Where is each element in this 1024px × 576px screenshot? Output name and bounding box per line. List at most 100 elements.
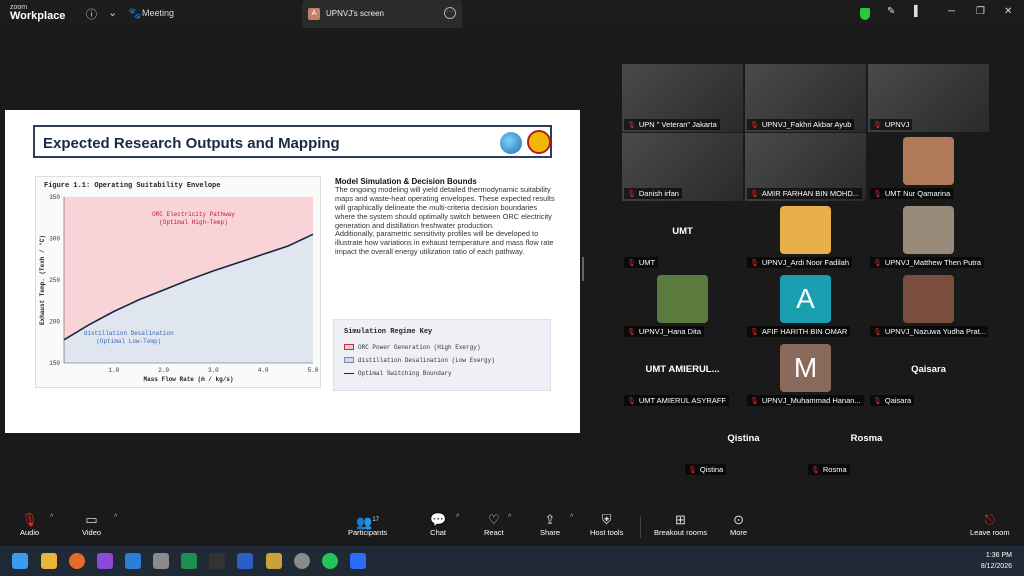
excel-icon[interactable] <box>181 553 197 569</box>
toolbar-divider <box>640 516 641 538</box>
tab-avatar: A <box>308 8 320 20</box>
windows-start-icon[interactable] <box>12 553 28 569</box>
react-chevron-icon[interactable]: ^ <box>508 514 511 521</box>
info-icon[interactable]: ⓘ <box>86 6 97 22</box>
app-icon-3[interactable] <box>153 553 169 569</box>
participant-name-text: Qaisara <box>884 396 912 405</box>
x-tick-label: 3.0 <box>208 367 219 374</box>
brand-line2: Workplace <box>10 10 66 22</box>
participant-name-text: UMT <box>638 258 656 267</box>
participant-avatar-letter: A <box>780 275 831 323</box>
participant-tile[interactable]: Rosma 🎙 Rosma <box>806 409 927 477</box>
chevron-down-icon[interactable]: ⌄ <box>108 6 117 19</box>
more-button[interactable]: ⊙ More <box>730 512 747 537</box>
chat-button[interactable]: 💬 Chat ^ <box>430 512 459 537</box>
participant-tile[interactable]: M 🎙 UPNVJ_Muhammad Hanan... <box>745 340 866 408</box>
whatsapp-icon[interactable] <box>322 553 338 569</box>
participant-tile[interactable]: 🎙 UPN " Veteran" Jakarta <box>622 64 743 132</box>
participants-icon: 👥17 <box>356 514 380 530</box>
meeting-label[interactable]: Meeting <box>142 8 174 18</box>
file-explorer-icon[interactable] <box>41 553 57 569</box>
participants-count: 17 <box>372 517 380 523</box>
heart-icon: ♡ <box>487 512 500 527</box>
settings-icon[interactable] <box>294 553 310 569</box>
mic-muted-icon: 🎙 <box>627 329 636 336</box>
description-paragraph-1: The ongoing modeling will yield detailed… <box>335 185 555 230</box>
participant-tile[interactable]: 🎙 UPNVJ_Nazuwa Yudha Prat... <box>868 271 989 339</box>
word-icon[interactable] <box>237 553 253 569</box>
pin-icon[interactable]: ✎ <box>887 6 895 17</box>
clock-date: 8/12/2026 <box>980 562 1012 570</box>
app-icon-1[interactable] <box>97 553 113 569</box>
system-clock[interactable]: 1:36 PM 8/12/2026 <box>981 551 1012 572</box>
participant-tile[interactable]: 🎙 UPNVJ_Ardi Noor Fadilah <box>745 202 866 270</box>
participants-button[interactable]: 👥17 Participants <box>348 512 387 537</box>
y-tick-label: 150 <box>49 360 60 367</box>
breakout-rooms-button[interactable]: ⊞ Breakout rooms <box>654 512 707 537</box>
split-view-handle[interactable] <box>582 257 584 281</box>
university-logo-blue <box>500 132 522 154</box>
participant-tile[interactable]: UMT 🎙 UMT <box>622 202 743 270</box>
university-logo-seal <box>527 130 551 154</box>
minimize-icon[interactable]: ─ <box>948 6 955 17</box>
participant-tile[interactable]: 🎙 UPNVJ_Matthew Then Putra <box>868 202 989 270</box>
key-swatch-red <box>344 344 354 351</box>
participant-tile[interactable]: 🎙 UPNVJ <box>868 64 989 132</box>
slide-title-box: Expected Research Outputs and Mapping <box>33 125 552 158</box>
video-button[interactable]: ▭ Video ^ <box>82 512 117 537</box>
participant-name-text: Rosma <box>822 465 847 474</box>
participant-tile[interactable]: 🎙 Danish irfan <box>622 133 743 201</box>
react-button[interactable]: ♡ React ^ <box>484 512 511 537</box>
view-icon[interactable]: ▌ <box>914 6 921 17</box>
audio-chevron-icon[interactable]: ^ <box>50 514 53 521</box>
app-icon-4[interactable] <box>209 553 225 569</box>
leave-room-button[interactable]: ⎋ Leave room <box>970 512 1010 537</box>
restore-icon[interactable]: ❐ <box>976 6 985 17</box>
video-chevron-icon[interactable]: ^ <box>114 514 117 521</box>
chat-chevron-icon[interactable]: ^ <box>456 514 459 521</box>
security-shield-icon[interactable] <box>860 8 870 20</box>
participant-tile[interactable]: 🎙 UPNVJ_Fakhri Akbar Ayub <box>745 64 866 132</box>
share-chevron-icon[interactable]: ^ <box>570 514 573 521</box>
key-label-distillation: distillation Desalination (Low Exergy) <box>358 357 495 364</box>
key-label-boundary: Optimal Switching Boundary <box>358 370 452 377</box>
app-icon-5[interactable] <box>266 553 282 569</box>
participant-display-name: UMT <box>672 226 693 237</box>
camera-icon: ▭ <box>85 512 98 527</box>
more-options-icon[interactable]: ··· <box>444 7 456 19</box>
participant-tile[interactable]: 🎙 UMT Nur Qamarina <box>868 133 989 201</box>
audio-button[interactable]: 🎙 Audio ^ <box>20 512 53 537</box>
participant-photo <box>903 206 954 254</box>
mic-muted-icon: 🎙 <box>811 467 820 474</box>
app-icon-2[interactable] <box>125 553 141 569</box>
participant-name-label: 🎙 UPNVJ_Fakhri Akbar Ayub <box>747 119 855 130</box>
host-tools-button[interactable]: ⛨ Host tools <box>590 512 623 537</box>
key-swatch-blue <box>344 357 354 364</box>
firefox-icon[interactable] <box>69 553 85 569</box>
participant-tile[interactable]: UMT AMIERUL... 🎙 UMT AMIERUL ASYRAFF <box>622 340 743 408</box>
participant-name-text: Qistina <box>699 465 724 474</box>
shared-slide: Expected Research Outputs and Mapping Fi… <box>5 110 580 433</box>
zoom-app-icon[interactable] <box>350 553 366 569</box>
participant-tile[interactable]: 🎙 AMIR FARHAN BIN MOHD... <box>745 133 866 201</box>
x-tick-label: 1.0 <box>108 367 119 374</box>
orc-region-label: ORC Electricity Pathway <box>152 211 235 218</box>
react-label: React <box>484 528 504 537</box>
y-tick-label: 350 <box>49 194 60 201</box>
participant-name-text: UPNVJ <box>884 120 910 129</box>
participant-tile[interactable]: Qistina 🎙 Qistina <box>683 409 804 477</box>
share-button[interactable]: ⇪ Share ^ <box>540 512 573 537</box>
participant-name-text: UPNVJ_Matthew Then Putra <box>884 258 982 267</box>
participant-tile[interactable]: Qaisara 🎙 Qaisara <box>868 340 989 408</box>
participant-tile[interactable]: 🎙 UPNVJ_Hana Dita <box>622 271 743 339</box>
distillation-region-sublabel: (Optimal Low-Temp) <box>96 338 161 345</box>
x-tick-label: 2.0 <box>158 367 169 374</box>
y-tick-label: 200 <box>49 319 60 326</box>
screen-share-tab[interactable]: A UPNVJ's screen ··· <box>302 0 462 28</box>
participant-name-text: UMT AMIERUL ASYRAFF <box>638 396 726 405</box>
participant-name-label: 🎙 UPNVJ_Nazuwa Yudha Prat... <box>870 326 988 337</box>
mic-muted-icon: 🎙 <box>873 122 882 129</box>
participant-tile[interactable]: A 🎙 AFIF HARITH BIN OMAR <box>745 271 866 339</box>
participant-name-label: 🎙 UMT AMIERUL ASYRAFF <box>624 395 729 406</box>
close-icon[interactable]: ✕ <box>1004 6 1012 17</box>
